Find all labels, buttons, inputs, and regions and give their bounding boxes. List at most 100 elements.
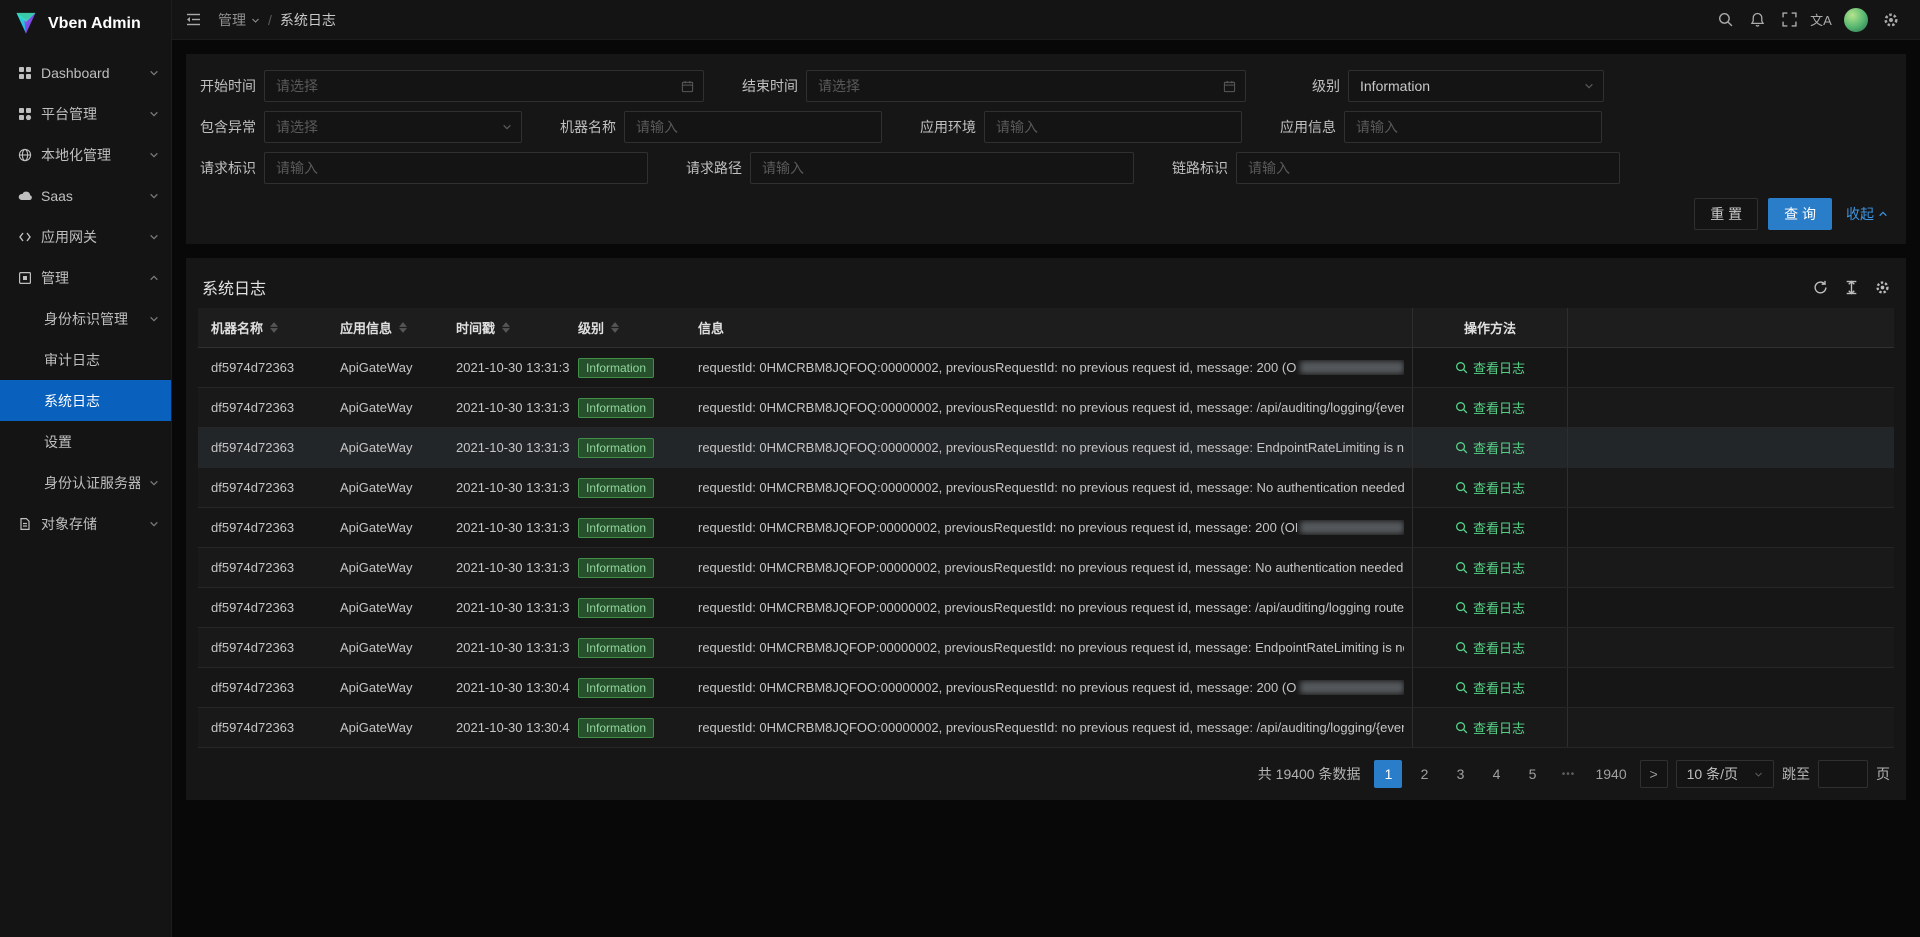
start-time-date-picker[interactable] — [264, 70, 704, 102]
log-table-panel: 系统日志 机器名称应用信息 — [186, 258, 1906, 800]
pagination-page-4[interactable]: 4 — [1482, 760, 1510, 788]
magnifier-icon — [1455, 601, 1468, 614]
action-cell: 查看日志 — [1412, 348, 1568, 387]
request-path-text-input[interactable] — [750, 152, 1134, 184]
search-icon[interactable] — [1710, 0, 1740, 40]
refresh-icon[interactable] — [1813, 280, 1828, 295]
level-badge: Information — [578, 678, 654, 698]
pagination-page-3[interactable]: 3 — [1446, 760, 1474, 788]
column-header-2[interactable]: 时间戳 — [448, 308, 570, 347]
page-size-select[interactable]: 10 条/页 — [1676, 760, 1774, 788]
sort-carets-icon[interactable] — [399, 322, 407, 333]
sort-carets-icon[interactable] — [270, 322, 278, 333]
level-cell: Information — [570, 468, 690, 507]
pagination: 共 19400 条数据 12345•••1940 > 10 条/页 跳至 页 — [198, 748, 1894, 788]
sidebar-item-label: 系统日志 — [44, 391, 159, 411]
app-info-input-field[interactable] — [1356, 119, 1575, 135]
message-text: requestId: 0HMCRBM8JQFOP:00000002, previ… — [698, 600, 1404, 615]
sidebar-item-auth-server[interactable]: 身份认证服务器 — [0, 462, 171, 503]
sort-carets-icon[interactable] — [502, 322, 510, 333]
column-header-1[interactable]: 应用信息 — [332, 308, 448, 347]
pagination-page-1[interactable]: 1 — [1374, 760, 1402, 788]
level-select[interactable]: Information — [1348, 70, 1604, 102]
breadcrumb-item-management[interactable]: 管理 — [218, 10, 260, 30]
end-time-date-picker[interactable] — [806, 70, 1246, 102]
select-arrow-icon — [1584, 81, 1594, 91]
pagination-page-2[interactable]: 2 — [1410, 760, 1438, 788]
user-avatar[interactable] — [1844, 8, 1868, 32]
sidebar-item-system-logs[interactable]: 系统日志 — [0, 380, 171, 421]
start-time-input-field[interactable] — [276, 78, 677, 94]
action-cell: 查看日志 — [1412, 588, 1568, 627]
view-log-link[interactable]: 查看日志 — [1455, 718, 1525, 737]
sidebar-item-audit-logs[interactable]: 审计日志 — [0, 339, 171, 380]
view-log-link[interactable]: 查看日志 — [1455, 598, 1525, 617]
machine-name-text-input[interactable] — [624, 111, 882, 143]
app-environment-input-field[interactable] — [996, 119, 1215, 135]
notification-bell-icon[interactable] — [1742, 0, 1772, 40]
view-log-link[interactable]: 查看日志 — [1455, 358, 1525, 377]
machine-name-input-field[interactable] — [636, 119, 855, 135]
view-log-link[interactable]: 查看日志 — [1455, 398, 1525, 417]
table-title: 系统日志 — [202, 275, 266, 299]
column-header-3[interactable]: 级别 — [570, 308, 690, 347]
view-log-link[interactable]: 查看日志 — [1455, 558, 1525, 577]
column-settings-gear-icon[interactable] — [1875, 280, 1890, 295]
message-cell: requestId: 0HMCRBM8JQFOP:00000002, previ… — [690, 588, 1412, 627]
has-exception-select[interactable]: 请选择 — [264, 111, 522, 143]
fullscreen-icon[interactable] — [1774, 0, 1804, 40]
trace-id-input-field[interactable] — [1248, 160, 1593, 176]
sidebar-item-object-storage[interactable]: 对象存储 — [0, 503, 171, 544]
sort-carets-icon[interactable] — [611, 322, 619, 333]
main-area: 管理 / 系统日志 文A — [172, 0, 1920, 937]
request-id-input-field[interactable] — [276, 160, 621, 176]
view-log-label: 查看日志 — [1473, 398, 1525, 417]
sidebar-item-saas[interactable]: Saas — [0, 175, 171, 216]
pagination-next-button[interactable]: > — [1640, 760, 1668, 788]
view-log-label: 查看日志 — [1473, 678, 1525, 697]
sidebar-item-localization-management[interactable]: 本地化管理 — [0, 134, 171, 175]
sidebar-item-platform-management[interactable]: 平台管理 — [0, 93, 171, 134]
view-log-link[interactable]: 查看日志 — [1455, 678, 1525, 697]
pagination-page-1940[interactable]: 1940 — [1590, 760, 1631, 788]
end-time-input-field[interactable] — [818, 78, 1219, 94]
gateway-icon — [18, 230, 32, 244]
view-log-link[interactable]: 查看日志 — [1455, 638, 1525, 657]
query-button[interactable]: 查 询 — [1768, 198, 1832, 230]
app-info-cell: ApiGateWay — [332, 508, 448, 547]
settings-gear-icon[interactable] — [1876, 0, 1906, 40]
sidebar-item-management[interactable]: 管理 — [0, 257, 171, 298]
request-path-input-field[interactable] — [762, 160, 1107, 176]
filter-field-has-exception: 包含异常请选择 — [186, 111, 522, 143]
column-header-label: 时间戳 — [456, 318, 510, 337]
app-environment-text-input[interactable] — [984, 111, 1242, 143]
view-log-link[interactable]: 查看日志 — [1455, 478, 1525, 497]
filter-row: 开始时间结束时间级别Information — [186, 70, 1890, 102]
view-log-link[interactable]: 查看日志 — [1455, 438, 1525, 457]
trace-id-text-input[interactable] — [1236, 152, 1620, 184]
sidebar-item-label: 本地化管理 — [41, 145, 140, 165]
action-cell: 查看日志 — [1412, 468, 1568, 507]
column-header-label: 应用信息 — [340, 318, 407, 337]
message-wrap: requestId: 0HMCRBM8JQFOP:00000002, previ… — [698, 520, 1404, 535]
pagination-page-5[interactable]: 5 — [1518, 760, 1546, 788]
sidebar-item-identity-management[interactable]: 身份标识管理 — [0, 298, 171, 339]
message-wrap: requestId: 0HMCRBM8JQFOQ:00000002, previ… — [698, 400, 1404, 415]
collapse-link[interactable]: 收起 — [1846, 204, 1888, 224]
view-log-link[interactable]: 查看日志 — [1455, 518, 1525, 537]
app-info-text-input[interactable] — [1344, 111, 1602, 143]
menu-fold-icon[interactable] — [178, 0, 208, 40]
table-horizontal-scrollbar[interactable]: 机器名称应用信息时间戳级别信息操作方法 df5974d72363ApiGateW… — [198, 308, 1894, 748]
sidebar-item-dashboard[interactable]: Dashboard — [0, 52, 171, 93]
request-id-text-input[interactable] — [264, 152, 648, 184]
translate-icon[interactable]: 文A — [1806, 0, 1836, 40]
column-header-0[interactable]: 机器名称 — [198, 308, 332, 347]
machine-name-cell: df5974d72363 — [198, 668, 332, 707]
sidebar-item-app-gateway[interactable]: 应用网关 — [0, 216, 171, 257]
column-height-icon[interactable] — [1844, 280, 1859, 295]
sidebar-item-settings[interactable]: 设置 — [0, 421, 171, 462]
app-logo[interactable]: Vben Admin — [0, 0, 171, 48]
column-header-label: 信息 — [698, 318, 724, 337]
jump-page-input[interactable] — [1818, 760, 1868, 788]
reset-button[interactable]: 重 置 — [1694, 198, 1758, 230]
